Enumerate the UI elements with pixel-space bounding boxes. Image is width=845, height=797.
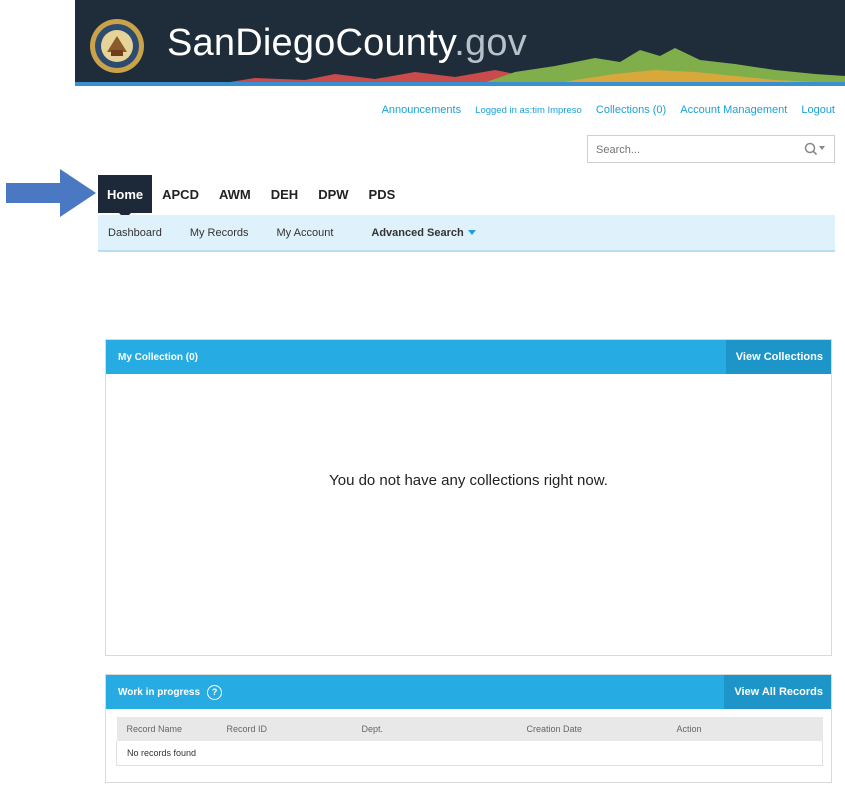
nav-item-home[interactable]: Home — [98, 175, 153, 219]
collection-panel-header: My Collection (0) View Collections — [106, 340, 831, 374]
account-management-link[interactable]: Account Management — [680, 104, 787, 116]
site-title-main: SanDiegoCounty — [167, 22, 455, 64]
collection-panel-title: My Collection (0) — [118, 351, 199, 363]
records-table: Record Name Record ID Dept. Creation Dat… — [116, 717, 823, 766]
utility-nav: Announcements Logged in as:tim Impreso C… — [371, 104, 835, 116]
site-banner: SanDiegoCounty.gov — [75, 0, 845, 86]
nav-item-pds[interactable]: PDS — [359, 175, 406, 213]
subnav-dashboard[interactable]: Dashboard — [108, 227, 162, 239]
col-record-name[interactable]: Record Name — [116, 717, 217, 741]
county-seal-icon[interactable] — [89, 18, 145, 74]
collection-panel: My Collection (0) View Collections You d… — [105, 339, 832, 656]
subnav-advanced-search[interactable]: Advanced Search — [371, 226, 476, 239]
caret-down-icon — [467, 230, 476, 236]
subnav-my-records[interactable]: My Records — [190, 227, 249, 239]
wip-panel-header: Work in progress ? View All Records — [106, 675, 831, 709]
col-dept[interactable]: Dept. — [351, 717, 517, 741]
banner-stripe — [75, 82, 845, 86]
announcements-link[interactable]: Announcements — [382, 104, 462, 116]
nav-item-awm[interactable]: AWM — [209, 175, 261, 213]
view-all-records-button[interactable]: View All Records — [724, 675, 831, 709]
view-collections-button[interactable]: View Collections — [725, 340, 831, 374]
search-input[interactable] — [594, 137, 798, 163]
table-row: No records found — [116, 741, 823, 766]
col-record-id[interactable]: Record ID — [216, 717, 352, 741]
subnav-my-account[interactable]: My Account — [277, 227, 334, 239]
site-title[interactable]: SanDiegoCounty.gov — [167, 22, 527, 65]
nav-item-dpw[interactable]: DPW — [308, 175, 358, 213]
main-nav: Home APCD AWM DEH DPW PDS — [98, 175, 406, 219]
collections-empty-message: You do not have any collections right no… — [329, 472, 608, 489]
site-title-domain: .gov — [454, 22, 527, 64]
wip-panel: Work in progress ? View All Records Reco… — [105, 674, 832, 783]
nav-item-deh[interactable]: DEH — [261, 175, 308, 213]
search-icon[interactable] — [804, 142, 826, 156]
search-box — [587, 135, 835, 163]
no-records-message: No records found — [116, 741, 823, 766]
logout-link[interactable]: Logout — [801, 104, 835, 116]
nav-item-apcd[interactable]: APCD — [152, 175, 209, 213]
advanced-search-label: Advanced Search — [371, 226, 464, 239]
arrow-right-icon — [6, 169, 96, 217]
collections-link[interactable]: Collections (0) — [596, 104, 666, 116]
col-creation-date[interactable]: Creation Date — [516, 717, 667, 741]
sub-nav: Dashboard My Records My Account Advanced… — [98, 215, 835, 252]
logged-in-label: Logged in as:tim Impreso — [475, 105, 582, 116]
question-circle-icon[interactable]: ? — [207, 684, 223, 700]
col-action: Action — [666, 717, 823, 741]
wip-panel-title: Work in progress — [118, 686, 201, 698]
table-header-row: Record Name Record ID Dept. Creation Dat… — [116, 717, 823, 741]
